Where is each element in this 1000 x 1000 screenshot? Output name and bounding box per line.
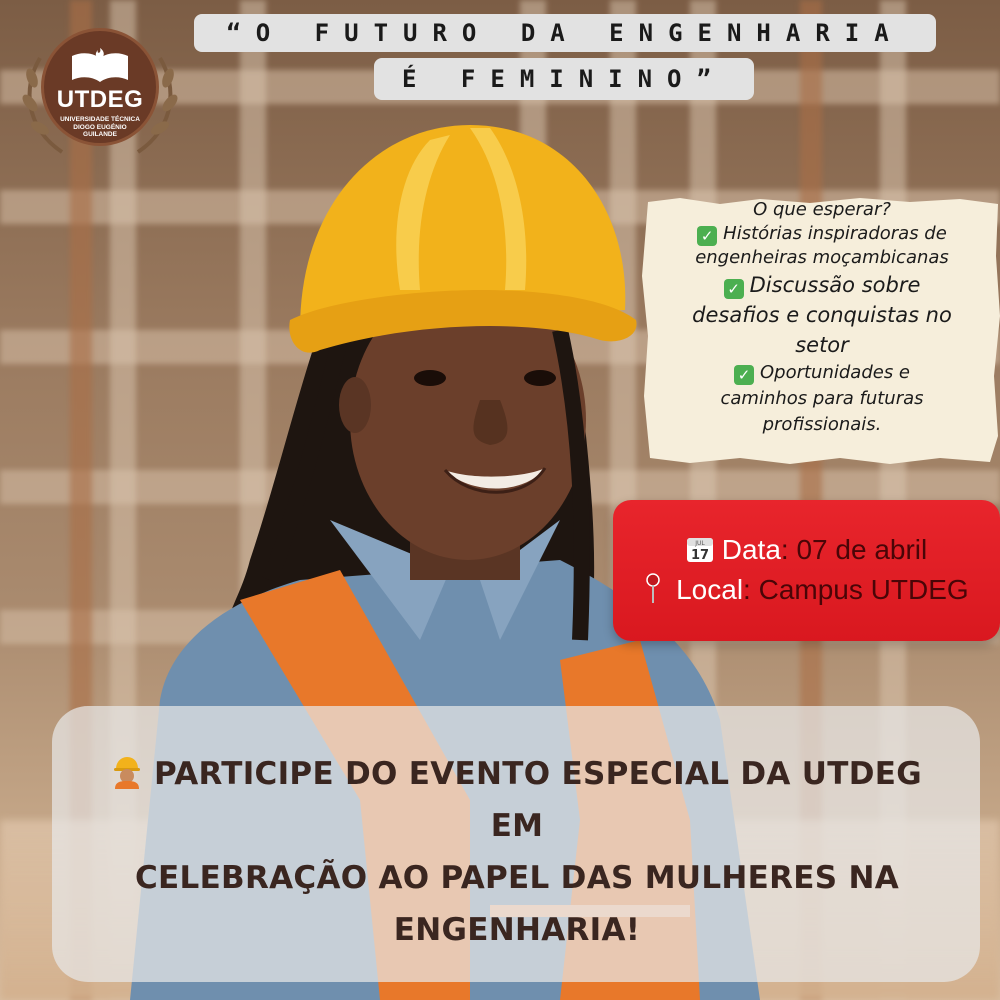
book-icon xyxy=(72,48,128,82)
expectations-heading: O que esperar? xyxy=(753,199,891,220)
quote-title: “O FUTURO DA ENGENHARIA É FEMININO” xyxy=(194,14,936,100)
event-date-row: JUL 17 Data: 07 de abril xyxy=(613,530,1000,570)
banner-line-3: ENGENHARIA! xyxy=(393,912,641,948)
expectations-text: O que esperar? ✓ Histórias inspiradoras d… xyxy=(648,198,996,438)
svg-text:17: 17 xyxy=(691,548,709,563)
location-value: : Campus UTDEG xyxy=(743,574,969,605)
banner-line-1: PARTICIPE DO EVENTO ESPECIAL DA UTDEG EM xyxy=(154,756,922,844)
check-icon: ✓ xyxy=(733,365,754,385)
date-label: Data xyxy=(721,534,781,565)
svg-text:JUL: JUL xyxy=(694,540,705,547)
expectation-item-stories: ✓ Histórias inspiradoras de engenheiras m… xyxy=(695,223,949,268)
expectation-item-opportunities: ✓ Oportunidades e caminhos para futuras p… xyxy=(720,362,924,435)
logo-acronym: UTDEG xyxy=(56,86,144,113)
quote-line-1: “O FUTURO DA ENGENHARIA xyxy=(194,14,936,52)
check-icon: ✓ xyxy=(697,226,718,246)
call-to-action-text: PARTICIPE DO EVENTO ESPECIAL DA UTDEG EM… xyxy=(112,748,922,956)
utdeg-logo: UTDEG UNIVERSIDADE TÉCNICA DIOGO EUGÉNIO G… xyxy=(22,28,178,160)
location-label: Local xyxy=(668,574,744,605)
expectation-item-discussion: ✓ Discussão sobre desafios e conquistas n… xyxy=(692,273,952,357)
call-to-action-banner: PARTICIPE DO EVENTO ESPECIAL DA UTDEG EM… xyxy=(52,706,980,982)
logo-university-name: UNIVERSIDADE TÉCNICA DIOGO EUGÉNIO GUILAND… xyxy=(60,116,140,138)
check-icon: ✓ xyxy=(723,279,744,299)
event-info-box: JUL 17 Data: 07 de abril Local: Campus U… xyxy=(613,500,1000,641)
calendar-icon: JUL 17 xyxy=(686,538,713,563)
pin-icon xyxy=(646,573,661,603)
expectations-note: O que esperar? ✓ Histórias inspiradoras d… xyxy=(640,196,1000,466)
date-value: : 07 de abril xyxy=(780,534,928,565)
banner-line-2: CELEBRAÇÃO AO PAPEL DAS MULHERES NA xyxy=(134,860,900,896)
worker-emoji-icon xyxy=(114,757,141,789)
event-location-row: Local: Campus UTDEG xyxy=(613,570,1000,610)
quote-line-2: É FEMININO” xyxy=(374,58,754,100)
